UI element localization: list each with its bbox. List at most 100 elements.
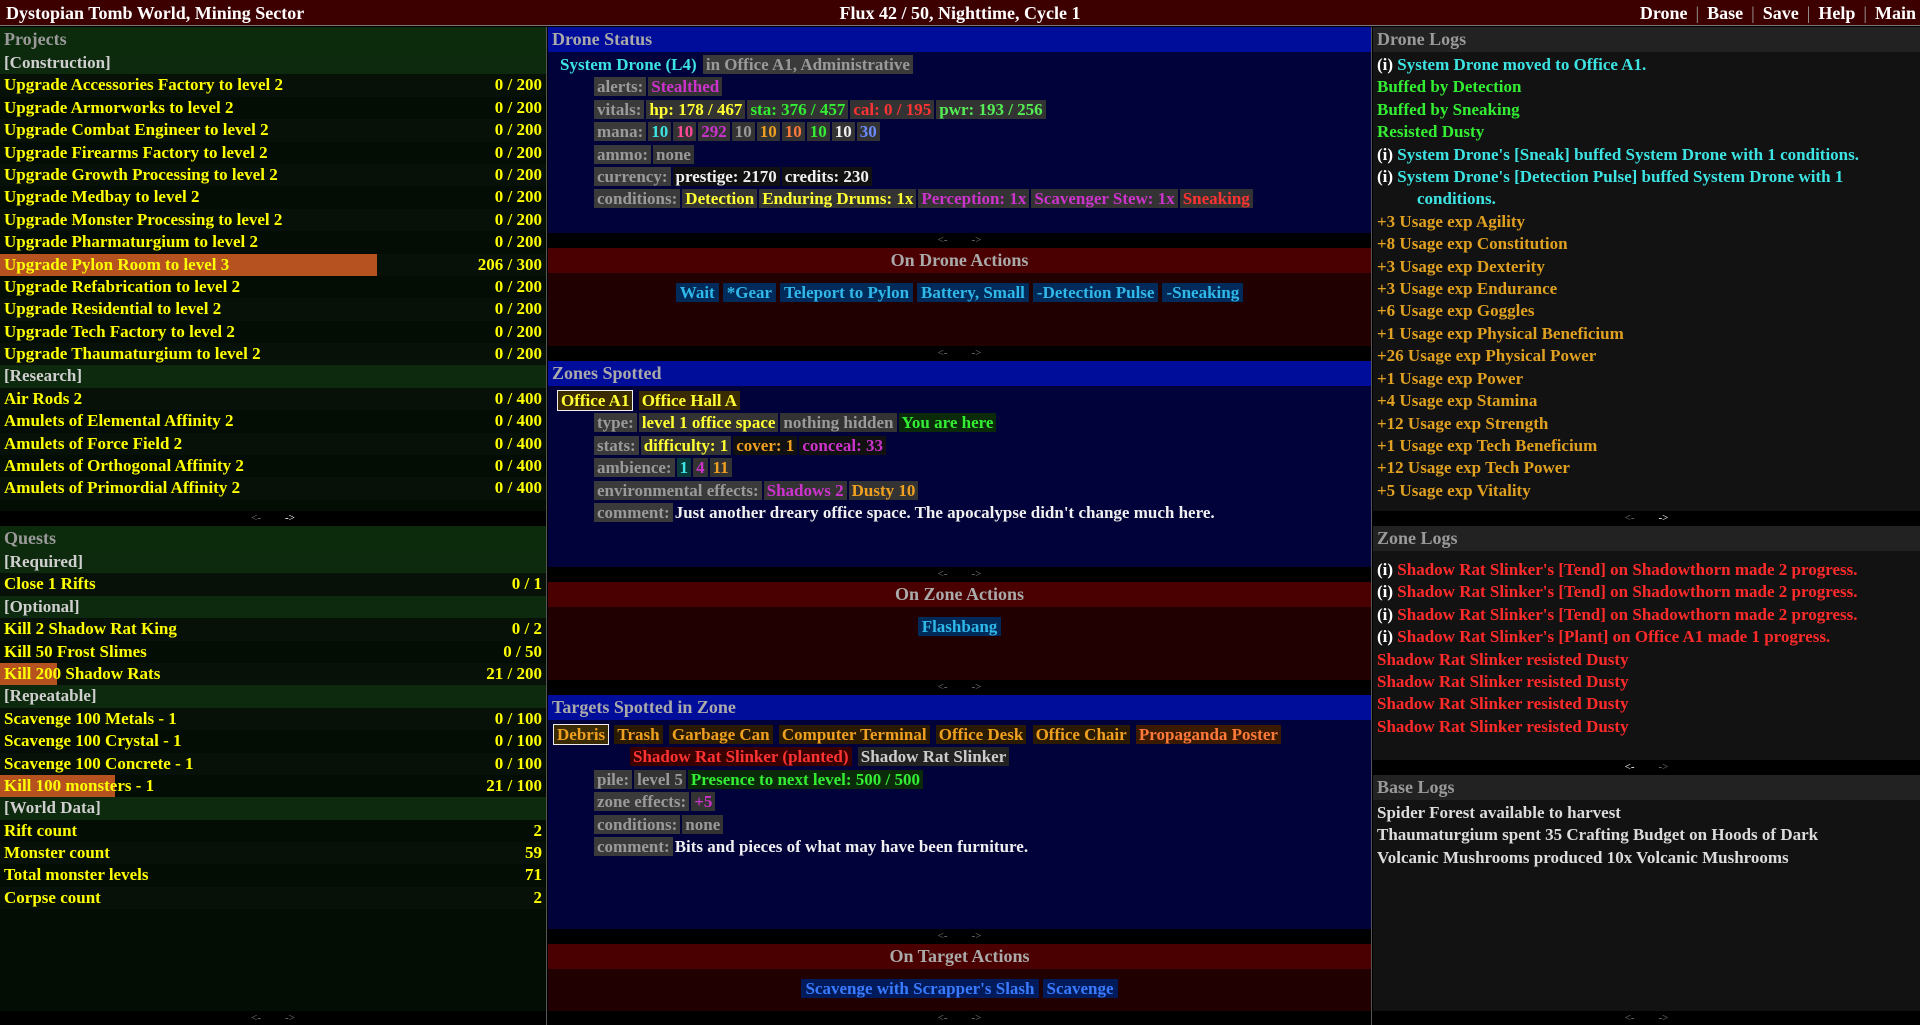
quests-row[interactable]: Scavenge 100 Crystal - 1 0 / 100 [0,730,546,752]
pager-next[interactable]: -> [960,347,994,359]
condition-detection[interactable]: Detection [682,189,758,209]
pager-next[interactable]: -> [1647,1012,1681,1024]
projects-row[interactable]: Upgrade Refabrication to level 2 0 / 200 [0,276,546,298]
quests-row[interactable]: Close 1 Rifts 0 / 1 [0,573,546,595]
menu-drone[interactable]: Drone [1640,3,1688,23]
info-icon[interactable]: (i) [1377,582,1397,601]
pager-next[interactable]: -> [960,681,994,693]
target-shadow-rat-slinker[interactable]: Shadow Rat Slinker [857,747,1010,767]
projects-row[interactable]: Upgrade Residential to level 2 0 / 200 [0,298,546,320]
pager-next[interactable]: -> [1647,761,1681,773]
target-propaganda-poster[interactable]: Propaganda Poster [1135,725,1281,744]
action-teleport-pylon[interactable]: Teleport to Pylon [780,283,914,302]
projects-row[interactable]: Amulets of Elemental Affinity 2 0 / 400 [0,410,546,432]
pager-prev[interactable]: <- [1613,1012,1647,1024]
target-trash[interactable]: Trash [614,725,663,744]
action-flashbang[interactable]: Flashbang [917,617,1002,636]
projects-row[interactable]: Upgrade Pharmaturgium to level 2 0 / 200 [0,231,546,253]
quests-row[interactable]: Total monster levels 71 [0,864,546,886]
condition-scavenger-stew[interactable]: Scavenger Stew: 1x [1031,189,1178,209]
log-entry: Shadow Rat Slinker resisted Dusty [1377,649,1916,671]
pager-next[interactable]: -> [960,1012,994,1024]
projects-row[interactable]: Upgrade Tech Factory to level 2 0 / 200 [0,321,546,343]
info-icon[interactable]: (i) [1377,605,1397,624]
quests-row[interactable]: Corpse count 2 [0,887,546,909]
quests-row[interactable]: Kill 200 Shadow Rats 21 / 200 [0,662,546,686]
quests-row[interactable]: Kill 50 Frost Slimes 0 / 50 [0,641,546,663]
action-detection-pulse[interactable]: -Detection Pulse [1032,283,1159,302]
pager-prev[interactable]: <- [239,1012,273,1024]
quests-label: Close 1 Rifts [4,574,96,594]
log-text: +8 Usage exp Constitution [1377,234,1568,254]
target-shadow-rat-slinker-planted[interactable]: Shadow Rat Slinker (planted) [630,747,852,767]
action-scavenge[interactable]: Scavenge [1042,979,1118,998]
action-battery-small[interactable]: Battery, Small [917,283,1029,302]
zone-you-are-here: You are here [898,413,997,433]
menu-base[interactable]: Base [1707,3,1743,23]
menu-main[interactable]: Main [1875,3,1916,23]
projects-row[interactable]: Upgrade Thaumaturgium to level 2 0 / 200 [0,343,546,365]
condition-perception[interactable]: Perception: 1x [918,189,1030,209]
targets-panel: Targets Spotted in Zone Debris Trash Gar… [548,695,1371,943]
log-entry: (i) Shadow Rat Slinker's [Tend] on Shado… [1377,581,1916,603]
zone-tab-office-a1[interactable]: Office A1 [556,390,634,411]
condition-sneaking[interactable]: Sneaking [1179,189,1253,209]
pager-prev[interactable]: <- [1613,761,1647,773]
quests-row[interactable]: Kill 100 monsters - 1 21 / 100 [0,774,546,798]
zone-tab-office-hall-a[interactable]: Office Hall A [638,391,741,410]
pager-prev[interactable]: <- [926,930,960,942]
target-computer-terminal[interactable]: Computer Terminal [778,725,930,744]
info-icon[interactable]: (i) [1377,167,1397,186]
target-office-chair[interactable]: Office Chair [1032,725,1130,744]
log-text: System Drone moved to Office A1. [1397,55,1647,74]
action-sneaking[interactable]: -Sneaking [1162,283,1244,302]
projects-row[interactable]: Upgrade Combat Engineer to level 2 0 / 20… [0,119,546,141]
projects-row[interactable]: Upgrade Accessories Factory to level 2 0 … [0,74,546,96]
projects-row[interactable]: Upgrade Medbay to level 2 0 / 200 [0,186,546,208]
action-scavenge-scrappers-slash[interactable]: Scavenge with Scrapper's Slash [801,979,1039,998]
quests-row[interactable]: Kill 2 Shadow Rat King 0 / 2 [0,618,546,640]
quests-row[interactable]: Monster count 59 [0,842,546,864]
info-icon[interactable]: (i) [1377,55,1397,74]
pager-next[interactable]: -> [960,930,994,942]
menu-save[interactable]: Save [1763,3,1799,23]
drone-name[interactable]: System Drone (L4) [558,55,699,74]
projects-row[interactable]: Upgrade Growth Processing to level 2 0 / … [0,164,546,186]
zone-comment: Just another dreary office space. The ap… [674,502,1215,522]
action-wait[interactable]: Wait [675,283,719,302]
action-gear[interactable]: *Gear [722,283,777,302]
projects-row[interactable]: Upgrade Pylon Room to level 3 206 / 300 [0,253,546,276]
projects-row[interactable]: Upgrade Firearms Factory to level 2 0 / 2… [0,142,546,164]
projects-row[interactable]: Amulets of Force Field 2 0 / 400 [0,433,546,455]
projects-row[interactable]: Amulets of Primordial Affinity 2 0 / 400 [0,477,546,499]
target-office-desk[interactable]: Office Desk [935,725,1027,744]
projects-value: 0 / 200 [494,232,542,252]
projects-value: 0 / 200 [494,299,542,319]
pager-prev[interactable]: <- [926,347,960,359]
quests-row[interactable]: Scavenge 100 Metals - 1 0 / 100 [0,708,546,730]
pager-prev[interactable]: <- [926,568,960,580]
info-icon[interactable]: (i) [1377,145,1397,164]
projects-row[interactable]: Upgrade Armorworks to level 2 0 / 200 [0,97,546,119]
pager-prev[interactable]: <- [926,1012,960,1024]
quests-row[interactable]: Rift count 2 [0,820,546,842]
condition-enduring-drums[interactable]: Enduring Drums: 1x [759,189,917,209]
projects-row[interactable]: Air Rods 2 0 / 400 [0,388,546,410]
pager-prev[interactable]: <- [239,512,273,524]
pager-next[interactable]: -> [960,568,994,580]
pager-next[interactable]: -> [273,1012,307,1024]
projects-row[interactable]: Upgrade Monster Processing to level 2 0 /… [0,209,546,231]
pager-prev[interactable]: <- [926,681,960,693]
projects-row[interactable]: Amulets of Orthogonal Affinity 2 0 / 400 [0,455,546,477]
pager-prev[interactable]: <- [926,234,960,246]
pager-next[interactable]: -> [273,512,307,524]
pager-next[interactable]: -> [1647,512,1681,524]
pager-next[interactable]: -> [960,234,994,246]
pager-prev[interactable]: <- [1613,512,1647,524]
menu-help[interactable]: Help [1818,3,1855,23]
quests-row[interactable]: Scavenge 100 Concrete - 1 0 / 100 [0,753,546,775]
info-icon[interactable]: (i) [1377,560,1397,579]
target-garbage-can[interactable]: Garbage Can [668,725,773,744]
target-debris[interactable]: Debris [552,724,610,745]
info-icon[interactable]: (i) [1377,627,1397,646]
